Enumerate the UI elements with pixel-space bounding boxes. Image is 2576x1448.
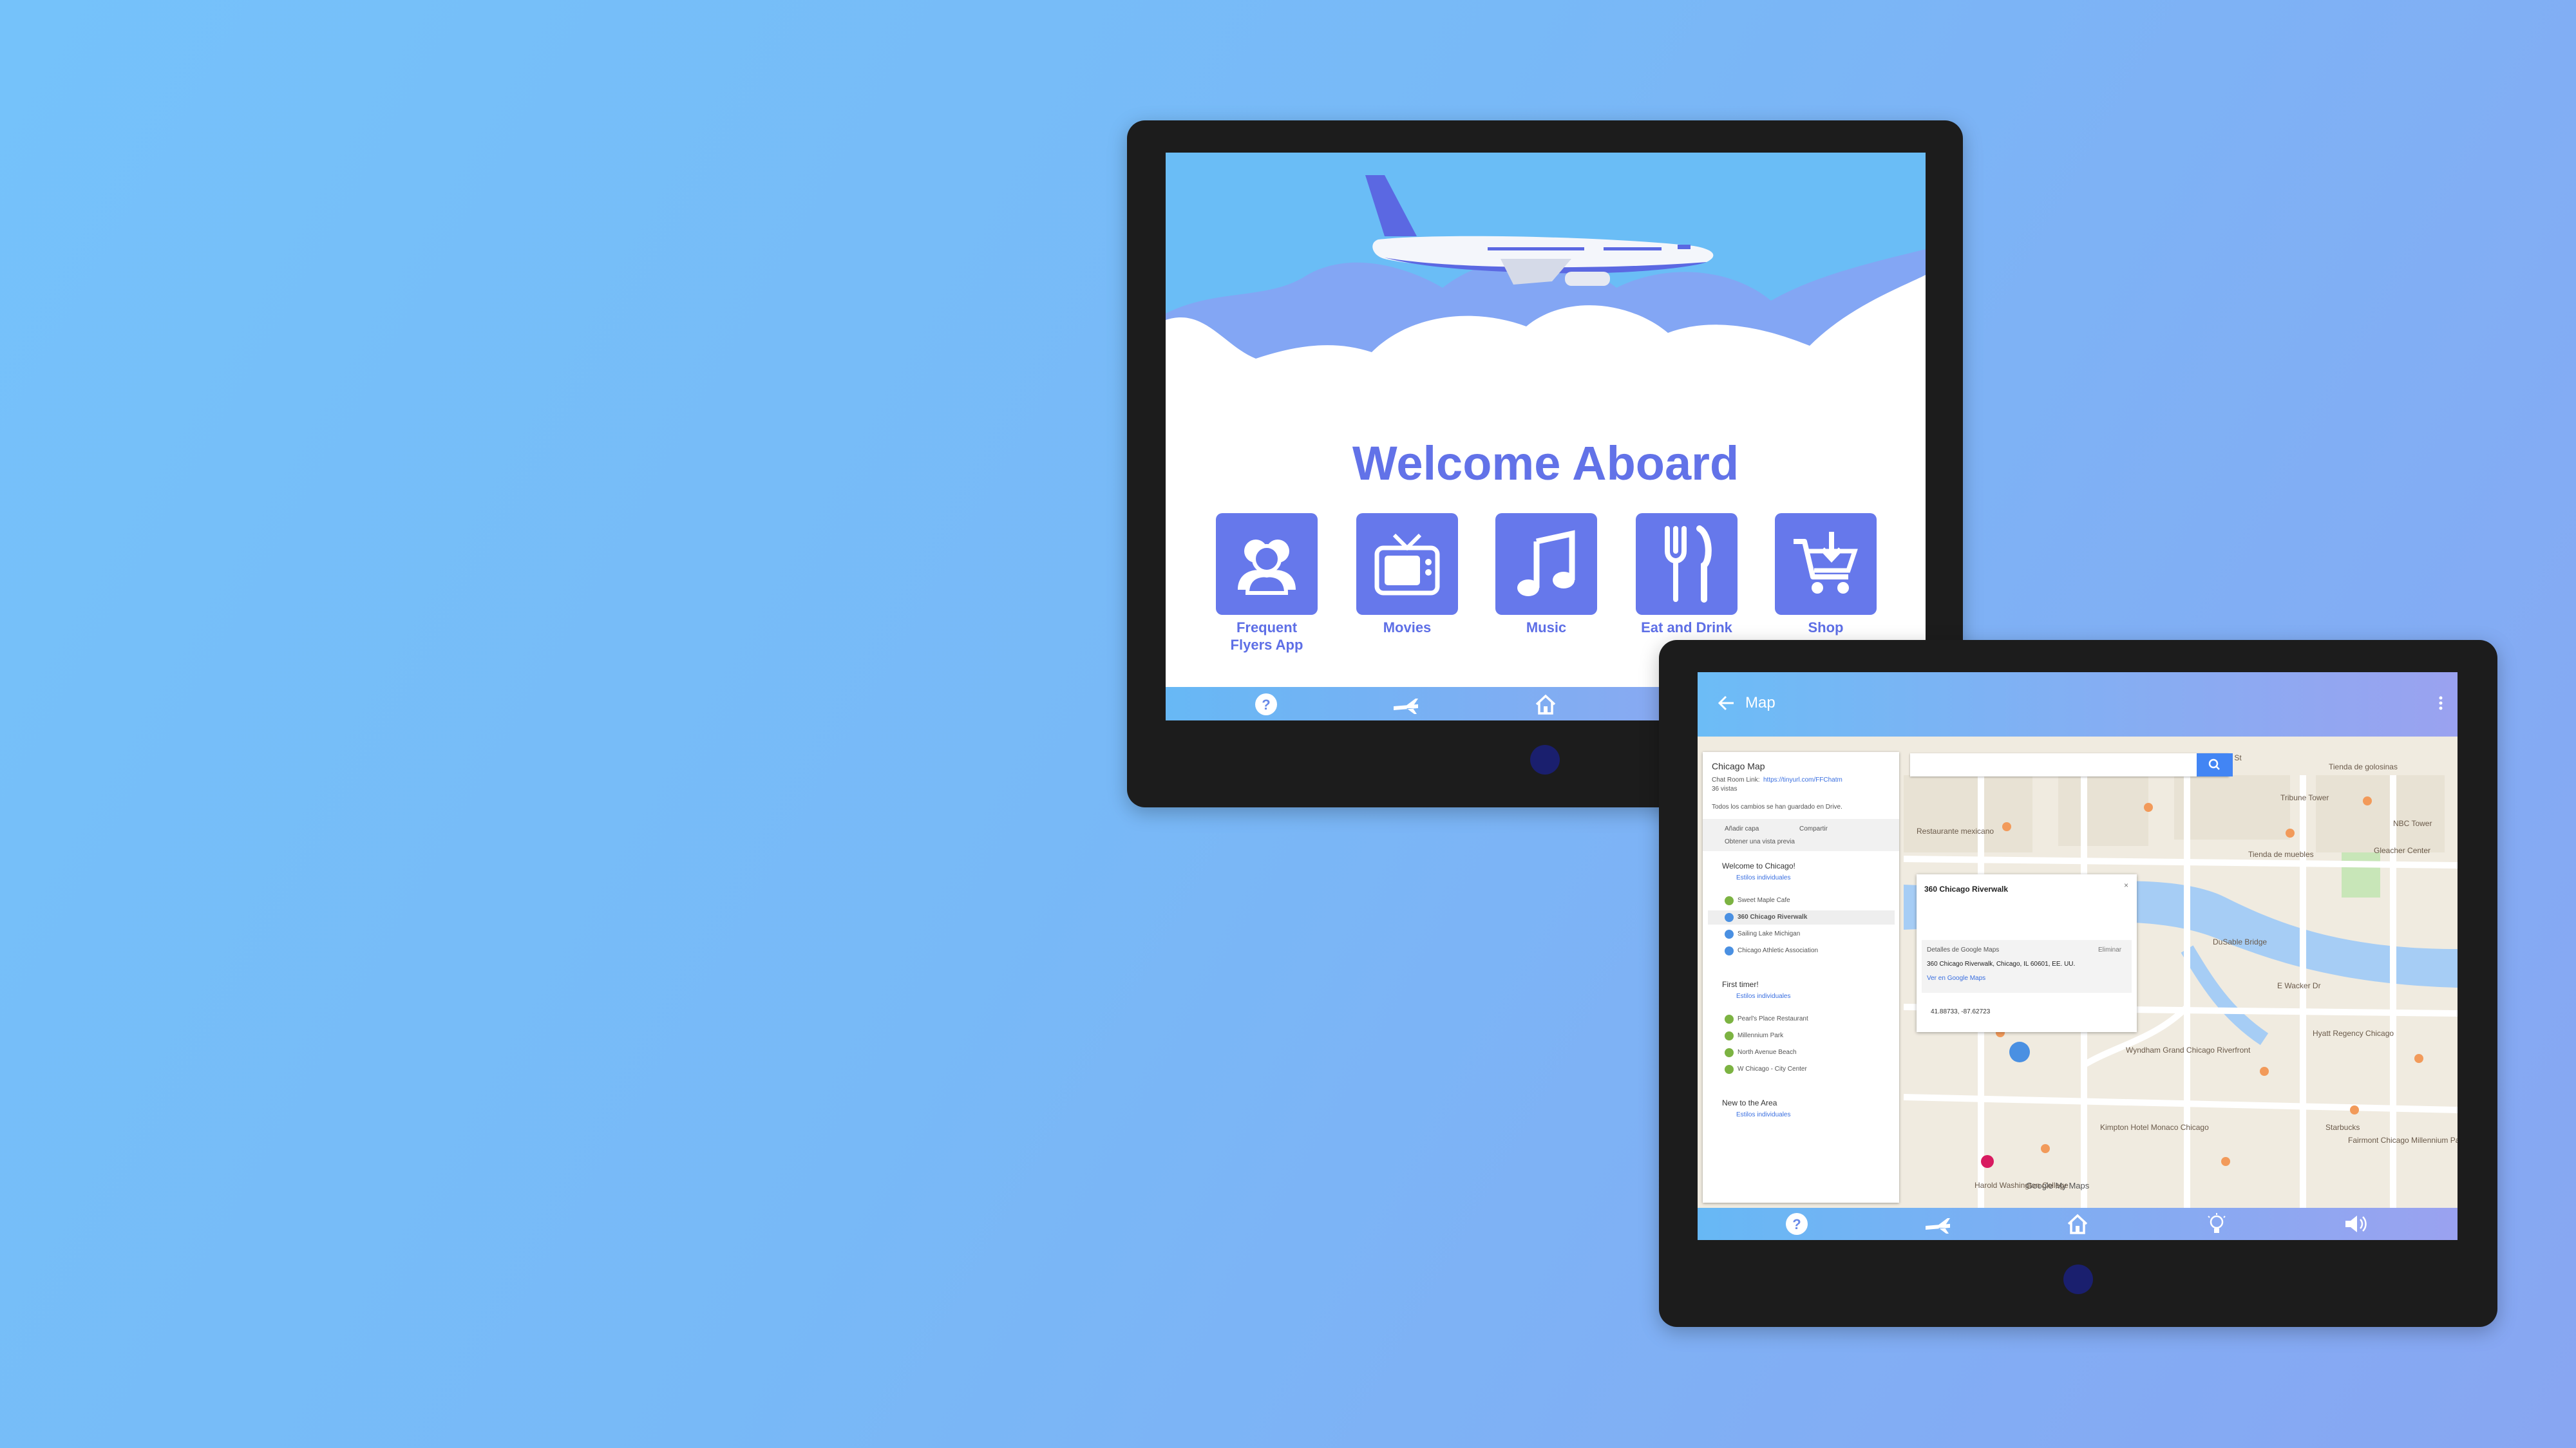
tile-label: Frequent Flyers App (1230, 619, 1303, 653)
place-item[interactable]: Millennium Park (1738, 1032, 1783, 1039)
tile-music[interactable]: Music (1495, 513, 1597, 636)
map-label: Hyatt Regency Chicago (2313, 1029, 2394, 1038)
map-marker (2009, 1042, 2030, 1062)
map-label: Wyndham Grand Chicago Riverfront (2126, 1046, 2251, 1055)
close-icon[interactable]: × (2124, 881, 2128, 890)
layer-name[interactable]: First timer! (1722, 980, 1759, 989)
view-in-maps-link[interactable]: Ver en Google Maps (1927, 975, 1985, 982)
tile-frequent-flyers[interactable]: Frequent Flyers App (1216, 513, 1318, 653)
map-label: Harold Washington College (1975, 1181, 2069, 1190)
fork-knife-icon (1665, 525, 1712, 603)
map-tablet: Map Tribune Tower St DuSable Bridge E Wa… (1659, 640, 2497, 1327)
tile-eat-and-drink[interactable]: Eat and Drink (1636, 513, 1738, 636)
welcome-screen: Welcome Aboard Frequent Flyers App Movie… (1166, 153, 1926, 720)
place-dot (1725, 913, 1734, 922)
map-label: Fairmont Chicago Millennium Park (2348, 1136, 2458, 1145)
layers-panel: Chicago Map Chat Room Link: https://tiny… (1703, 752, 1899, 1203)
search-button[interactable] (2197, 753, 2233, 776)
plane-icon[interactable] (1924, 1212, 1950, 1236)
tile-movies[interactable]: Movies (1356, 513, 1458, 636)
svg-text:?: ? (1262, 697, 1270, 713)
place-dot (1725, 1031, 1734, 1040)
place-item[interactable]: W Chicago - City Center (1738, 1066, 1807, 1073)
sky-banner (1166, 153, 1926, 462)
place-dot (1725, 1015, 1734, 1024)
layer-name[interactable]: Welcome to Chicago! (1722, 861, 1795, 870)
tile-shop[interactable]: Shop (1775, 513, 1877, 636)
place-item[interactable]: Sweet Maple Cafe (1738, 897, 1790, 904)
place-popup: 360 Chicago Riverwalk × Detalles de Goog… (1917, 874, 2137, 1032)
music-note-icon (1517, 530, 1575, 596)
tile-label: Movies (1383, 619, 1432, 635)
map-label: Kimpton Hotel Monaco Chicago (2100, 1123, 2209, 1132)
home-button[interactable] (1530, 745, 1560, 775)
tile-label: Eat and Drink (1641, 619, 1732, 635)
panel-actions: Añadir capa Compartir Obtener una vista … (1703, 819, 1899, 851)
back-arrow-icon[interactable] (1714, 691, 1738, 715)
share-button[interactable]: Compartir (1799, 825, 1828, 832)
plane-icon[interactable] (1392, 692, 1418, 717)
place-dot (1725, 896, 1734, 905)
map-label: Starbucks (2325, 1123, 2360, 1132)
layer-style[interactable]: Estilos individuales (1736, 874, 1791, 881)
search-input[interactable] (1910, 753, 2229, 776)
popup-title: 360 Chicago Riverwalk (1924, 885, 2009, 894)
shopping-cart-icon (1794, 532, 1858, 594)
welcome-title: Welcome Aboard (1352, 437, 1739, 490)
layer-style[interactable]: Estilos individuales (1736, 1111, 1791, 1118)
bottom-nav: ? (1698, 1208, 2458, 1240)
place-dot (1725, 1048, 1734, 1057)
home-button[interactable] (2063, 1265, 2093, 1294)
place-item[interactable]: Sailing Lake Michigan (1738, 930, 1800, 937)
map-label: E Wacker Dr (2277, 981, 2321, 990)
people-icon (1238, 540, 1296, 595)
tv-icon (1374, 533, 1440, 596)
add-layer-button[interactable]: Añadir capa (1725, 825, 1759, 832)
remove-button[interactable]: Eliminar (2098, 946, 2121, 954)
map-label: Restaurante mexicano (1917, 827, 1994, 836)
airplane-icon (1365, 175, 1714, 286)
more-vert-icon[interactable] (2434, 691, 2447, 715)
map-label: Tienda de muebles (2248, 850, 2314, 859)
map-label: NBC Tower (2393, 819, 2432, 828)
place-item[interactable]: Pearl's Place Restaurant (1738, 1015, 1808, 1022)
chat-link[interactable]: https://tinyurl.com/FFChatm (1763, 776, 1842, 784)
layer-name[interactable]: New to the Area (1722, 1098, 1777, 1107)
home-icon[interactable] (2065, 1212, 2090, 1236)
map-label: DuSable Bridge (2213, 937, 2268, 946)
home-icon[interactable] (1533, 692, 1558, 717)
map-label: Tribune Tower (2280, 793, 2329, 802)
place-item[interactable]: North Avenue Beach (1738, 1049, 1797, 1056)
saved-note: Todos los cambios se han guardado en Dri… (1712, 804, 1842, 811)
place-item[interactable]: Chicago Athletic Association (1738, 947, 1818, 954)
place-item[interactable]: 360 Chicago Riverwalk (1738, 914, 1807, 921)
tile-label: Music (1526, 619, 1567, 635)
place-dot (1725, 946, 1734, 955)
app-header: Map (1698, 672, 2458, 737)
map-title: Chicago Map (1712, 761, 1765, 771)
place-dot (1725, 1065, 1734, 1074)
preview-button[interactable]: Obtener una vista previa (1725, 838, 1795, 845)
map-label: Tienda de golosinas (2329, 762, 2398, 771)
place-dot (1725, 930, 1734, 939)
layer-style[interactable]: Estilos individuales (1736, 993, 1791, 1000)
help-icon[interactable]: ? (1784, 1212, 1810, 1236)
popup-address: 360 Chicago Riverwalk, Chicago, IL 60601… (1927, 961, 2076, 968)
map-screen: Map Tribune Tower St DuSable Bridge E Wa… (1698, 672, 2458, 1240)
map-label: Gleacher Center (2374, 846, 2431, 855)
details-label: Detalles de Google Maps (1927, 946, 2000, 954)
help-icon[interactable]: ? (1253, 692, 1279, 717)
map-view[interactable]: Tribune Tower Dearborn St DuSable Bridge… (1698, 737, 2458, 1208)
popup-coords: 41.88733, -87.62723 (1931, 1008, 1991, 1015)
tile-label: Shop (1808, 619, 1844, 635)
search-icon (2208, 758, 2220, 770)
speaker-icon[interactable] (2343, 1212, 2369, 1236)
views-count: 36 vistas (1712, 785, 1738, 793)
svg-text:?: ? (1792, 1216, 1801, 1232)
sky-illustration (1166, 175, 1926, 462)
header-title: Map (1745, 694, 1776, 711)
lightbulb-icon[interactable] (2204, 1212, 2230, 1236)
chat-link-label: Chat Room Link: (1712, 776, 1760, 784)
